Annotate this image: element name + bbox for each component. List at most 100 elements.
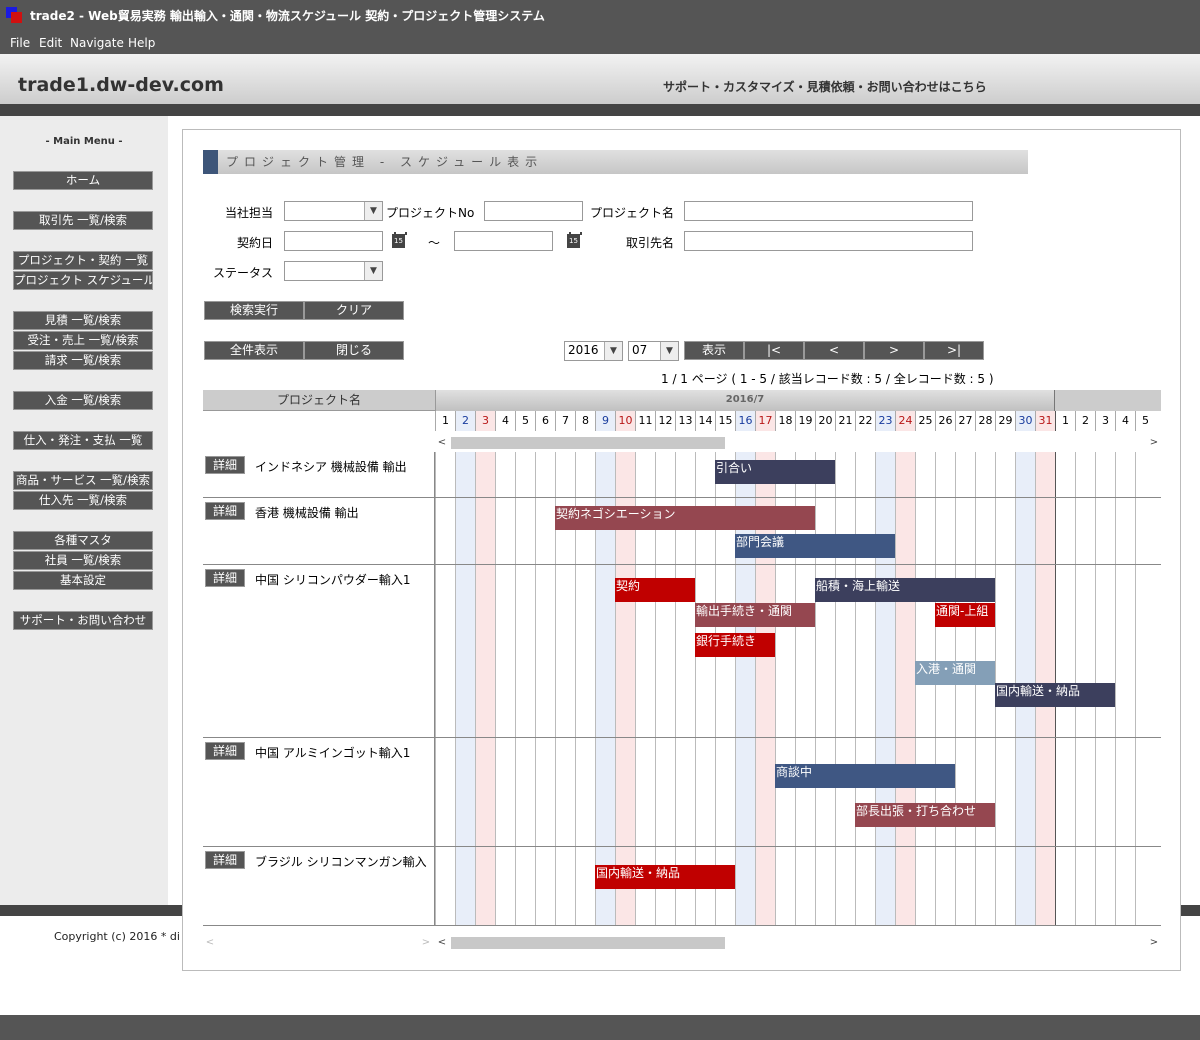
contract-date-label: 契約日: [236, 236, 273, 250]
scrollbar-thumb[interactable]: [451, 937, 725, 949]
sidebar-item-suppliers[interactable]: 仕入先 一覧/検索: [13, 491, 153, 510]
day-column: [1115, 738, 1135, 846]
chevron-down-icon: ▼: [660, 342, 678, 360]
day-column: [455, 452, 475, 497]
contract-date-to-input[interactable]: [454, 231, 553, 251]
detail-button[interactable]: 詳細: [205, 742, 245, 760]
schedule-bar[interactable]: 入港・通関: [915, 661, 995, 685]
day-column: [835, 847, 855, 925]
month-select[interactable]: 07 ▼: [628, 341, 679, 361]
schedule-bar[interactable]: 契約ネゴシエーション: [555, 506, 815, 530]
day-column: [955, 738, 975, 846]
last-page-button[interactable]: >|: [924, 341, 984, 360]
schedule-bar[interactable]: 船積・海上輸送: [815, 578, 995, 602]
schedule-bar[interactable]: 通関-上組: [935, 603, 995, 627]
day-header: 4: [1115, 411, 1135, 431]
day-column: [575, 565, 595, 737]
search-button[interactable]: 検索実行: [204, 301, 304, 320]
menu-edit[interactable]: Edit: [39, 36, 62, 50]
chevron-right-icon[interactable]: >: [419, 935, 433, 950]
names-scrollbar[interactable]: < >: [203, 935, 435, 950]
day-column: [635, 738, 655, 846]
sidebar-item-projects[interactable]: プロジェクト・契約 一覧: [13, 251, 153, 270]
sidebar-item-estimates[interactable]: 見積 一覧/検索: [13, 311, 153, 330]
schedule-bar[interactable]: 商談中: [775, 764, 955, 788]
schedule-bar[interactable]: 部門会議: [735, 534, 895, 558]
detail-button[interactable]: 詳細: [205, 851, 245, 869]
staff-select[interactable]: ▼: [284, 201, 383, 221]
day-column: [1135, 565, 1155, 737]
calendar-icon[interactable]: 15: [567, 232, 582, 248]
project-name-cell: 詳細 中国 アルミインゴット輸入1: [203, 738, 435, 846]
schedule-bar[interactable]: 部長出張・打ち合わせ: [855, 803, 995, 827]
sidebar-item-payments-received[interactable]: 入金 一覧/検索: [13, 391, 153, 410]
contract-date-from-input[interactable]: [284, 231, 383, 251]
sidebar-item-support[interactable]: サポート・お問い合わせ: [13, 611, 153, 630]
next-page-button[interactable]: >: [864, 341, 924, 360]
sidebar-item-project-schedule[interactable]: プロジェクト スケジュール: [13, 271, 153, 290]
scrollbar-thumb[interactable]: [451, 437, 725, 449]
day-column: [435, 847, 455, 925]
calendar-icon[interactable]: 15: [392, 232, 407, 248]
day-header: 28: [975, 411, 995, 431]
show-all-button[interactable]: 全件表示: [204, 341, 304, 360]
timeline-scrollbar-top[interactable]: < >: [435, 435, 1161, 450]
chevron-right-icon[interactable]: >: [1147, 435, 1161, 450]
project-no-input[interactable]: [484, 201, 583, 221]
chevron-left-icon[interactable]: <: [435, 935, 449, 950]
chevron-down-icon: ▼: [364, 262, 382, 280]
sidebar-item-clients[interactable]: 取引先 一覧/検索: [13, 211, 153, 230]
schedule-bar[interactable]: 引合い: [715, 460, 835, 484]
sidebar-item-products[interactable]: 商品・サービス 一覧/検索: [13, 471, 153, 490]
day-column: [935, 452, 955, 497]
day-column: [1075, 452, 1095, 497]
first-page-button[interactable]: |<: [744, 341, 804, 360]
day-column: [535, 498, 555, 564]
menu-help[interactable]: Help: [128, 36, 155, 50]
schedule-bar[interactable]: 国内輸送・納品: [595, 865, 735, 889]
site-name[interactable]: trade1.dw-dev.com: [18, 74, 224, 96]
month-header: 2016/7: [435, 390, 1054, 411]
sidebar-item-orders-sales[interactable]: 受注・売上 一覧/検索: [13, 331, 153, 350]
sidebar-item-masters[interactable]: 各種マスタ: [13, 531, 153, 550]
sidebar-item-invoices[interactable]: 請求 一覧/検索: [13, 351, 153, 370]
chevron-right-icon[interactable]: >: [1147, 935, 1161, 950]
menu-file[interactable]: File: [10, 36, 30, 50]
chevron-left-icon[interactable]: <: [203, 935, 217, 950]
day-column: [835, 452, 855, 497]
day-column: [435, 565, 455, 737]
schedule-bar[interactable]: 国内輸送・納品: [995, 683, 1115, 707]
schedule-bar[interactable]: 契約: [615, 578, 695, 602]
sidebar-item-purchasing[interactable]: 仕入・発注・支払 一覧: [13, 431, 153, 450]
project-name-input[interactable]: [684, 201, 973, 221]
sidebar-item-home[interactable]: ホーム: [13, 171, 153, 190]
sidebar-item-settings[interactable]: 基本設定: [13, 571, 153, 590]
detail-button[interactable]: 詳細: [205, 456, 245, 474]
support-link[interactable]: サポート・カスタマイズ・見積依頼・お問い合わせはこちら: [663, 78, 987, 95]
day-column: [1135, 847, 1155, 925]
sidebar-item-employees[interactable]: 社員 一覧/検索: [13, 551, 153, 570]
clear-button[interactable]: クリア: [304, 301, 404, 320]
chevron-left-icon[interactable]: <: [435, 435, 449, 450]
day-column: [995, 738, 1015, 846]
prev-page-button[interactable]: <: [804, 341, 864, 360]
day-column: [955, 452, 975, 497]
menu-bar: File Edit Navigate Help: [0, 30, 1200, 54]
schedule-bar[interactable]: 輸出手続き・通関: [695, 603, 815, 627]
status-select[interactable]: ▼: [284, 261, 383, 281]
detail-button[interactable]: 詳細: [205, 569, 245, 587]
day-header: 18: [775, 411, 795, 431]
close-button[interactable]: 閉じる: [304, 341, 404, 360]
client-name-input[interactable]: [684, 231, 973, 251]
timeline-scrollbar-bottom[interactable]: < >: [435, 935, 1161, 950]
display-button[interactable]: 表示: [684, 341, 744, 360]
menu-navigate[interactable]: Navigate: [70, 36, 124, 50]
day-header: 6: [535, 411, 555, 431]
detail-button[interactable]: 詳細: [205, 502, 245, 520]
day-column: [915, 738, 935, 846]
day-column: [1095, 498, 1115, 564]
day-column: [475, 738, 495, 846]
year-select[interactable]: 2016 ▼: [564, 341, 623, 361]
day-column: [875, 847, 895, 925]
schedule-bar[interactable]: 銀行手続き: [695, 633, 775, 657]
